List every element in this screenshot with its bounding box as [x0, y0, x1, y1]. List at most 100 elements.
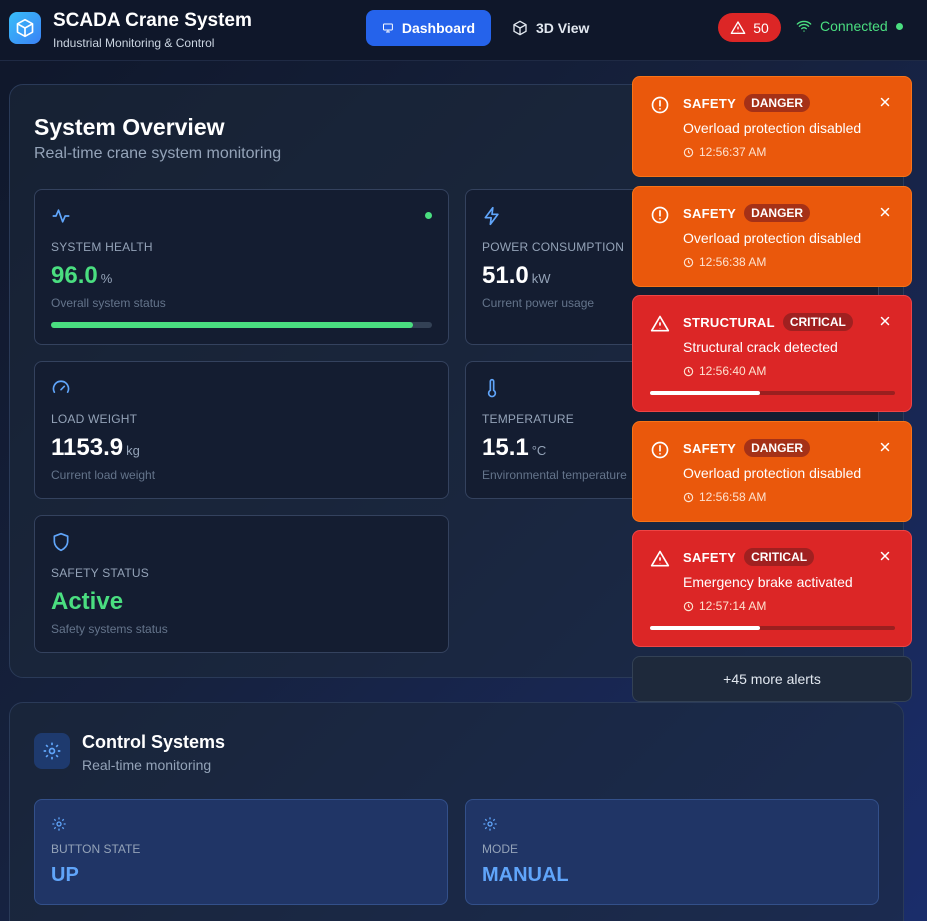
clock-icon: [683, 492, 694, 502]
health-status-dot: [425, 212, 432, 219]
power-desc: Current power usage: [482, 296, 595, 310]
app-title: SCADA Crane System: [53, 10, 252, 31]
load-label: LOAD WEIGHT: [51, 412, 138, 426]
cube-logo-icon: [9, 12, 41, 44]
alert-progress-fill: [650, 391, 761, 395]
wifi-icon: [796, 20, 812, 32]
temperature-label: TEMPERATURE: [482, 412, 574, 426]
cube-icon: [513, 20, 527, 36]
alert-severity-badge: DANGER: [744, 94, 811, 112]
mode-value: MANUAL: [482, 864, 569, 886]
more-alerts-button[interactable]: +45 more alerts: [632, 656, 912, 702]
nav-3d-view-label: 3D View: [536, 20, 590, 36]
alert-circle-icon: [651, 441, 669, 459]
button-state-label: BUTTON STATE: [51, 842, 141, 856]
safety-desc: Safety systems status: [51, 622, 168, 636]
warning-triangle-icon: [650, 315, 670, 332]
button-state-value: UP: [51, 864, 79, 886]
thermometer-icon: [487, 378, 497, 398]
power-label: POWER CONSUMPTION: [482, 240, 625, 254]
load-desc: Current load weight: [51, 468, 156, 482]
alert-progress-bar: [650, 391, 895, 395]
nav-3d-view-button[interactable]: 3D View: [496, 10, 606, 46]
close-icon[interactable]: [879, 96, 891, 108]
warning-triangle-icon: [650, 550, 670, 567]
overview-subtitle: Real-time crane system monitoring: [34, 145, 282, 162]
alert-time: 12:57:14 AM: [683, 599, 766, 613]
mode-label: MODE: [482, 842, 518, 856]
system-health-card: SYSTEM HEALTH 96.0% Overall system statu…: [34, 189, 449, 345]
alert-message: Structural crack detected: [683, 339, 838, 355]
safety-status-card: SAFETY STATUS Active Safety systems stat…: [34, 515, 449, 653]
alert-toast[interactable]: STRUCTURAL CRITICAL Structural crack det…: [632, 295, 912, 412]
alert-time: 12:56:40 AM: [683, 364, 766, 378]
alert-severity-badge: CRITICAL: [782, 313, 853, 331]
shield-icon: [53, 532, 69, 552]
app-header: SCADA Crane System Industrial Monitoring…: [0, 0, 927, 61]
gauge-icon: [52, 380, 70, 393]
button-state-card: BUTTON STATE UP: [34, 799, 448, 905]
alert-message: Emergency brake activated: [683, 574, 853, 590]
alert-category: SAFETY: [683, 95, 737, 111]
alert-severity-badge: DANGER: [744, 439, 811, 457]
alert-message: Overload protection disabled: [683, 465, 862, 481]
lightning-icon: [484, 206, 499, 226]
alert-circle-icon: [651, 96, 669, 114]
alert-circle-icon: [651, 206, 669, 224]
temperature-desc: Environmental temperature: [482, 468, 627, 482]
connection-status: Connected: [796, 18, 903, 34]
health-progress-bar: [51, 322, 432, 328]
temperature-value: 15.1 °C: [482, 434, 547, 461]
close-icon[interactable]: [879, 206, 891, 218]
health-desc: Overall system status: [51, 296, 166, 310]
safety-value: Active: [51, 588, 124, 615]
alert-time: 12:56:58 AM: [683, 490, 766, 504]
clock-icon: [683, 601, 694, 611]
load-weight-card: LOAD WEIGHT 1153.9 kg Current load weight: [34, 361, 449, 499]
connection-dot: [895, 22, 903, 30]
app-subtitle: Industrial Monitoring & Control: [53, 36, 215, 50]
alert-category: SAFETY: [683, 549, 737, 565]
alert-message: Overload protection disabled: [683, 120, 862, 136]
warning-triangle-icon: [730, 20, 746, 34]
gear-icon: [52, 817, 66, 831]
mode-card: MODE MANUAL: [465, 799, 879, 905]
close-icon[interactable]: [879, 550, 891, 562]
alert-progress-fill: [650, 626, 761, 630]
alert-category: STRUCTURAL: [683, 314, 775, 330]
clock-icon: [683, 147, 694, 157]
alert-toast[interactable]: SAFETY CRITICAL Emergency brake activate…: [632, 530, 912, 647]
alert-message: Overload protection disabled: [683, 230, 862, 246]
alert-category: SAFETY: [683, 205, 737, 221]
close-icon[interactable]: [879, 441, 891, 453]
overview-title: System Overview: [34, 114, 225, 140]
safety-label: SAFETY STATUS: [51, 566, 149, 580]
alert-time: 12:56:37 AM: [683, 145, 766, 159]
alert-toast[interactable]: SAFETY DANGER Overload protection disabl…: [632, 76, 912, 177]
gear-icon: [483, 817, 497, 831]
health-label: SYSTEM HEALTH: [51, 240, 153, 254]
nav-dashboard-button[interactable]: Dashboard: [366, 10, 491, 46]
alert-toast[interactable]: SAFETY DANGER Overload protection disabl…: [632, 186, 912, 287]
control-gear-icon: [34, 733, 70, 769]
activity-icon: [52, 209, 70, 223]
power-value: 51.0 kW: [482, 262, 551, 289]
alert-severity-badge: CRITICAL: [744, 548, 815, 566]
close-icon[interactable]: [879, 315, 891, 327]
alert-time: 12:56:38 AM: [683, 255, 766, 269]
alert-progress-bar: [650, 626, 895, 630]
alert-count: 50: [753, 19, 769, 36]
nav-dashboard-label: Dashboard: [401, 20, 475, 36]
monitor-icon: [382, 23, 393, 33]
alert-toast[interactable]: SAFETY DANGER Overload protection disabl…: [632, 421, 912, 522]
alert-count-badge[interactable]: 50: [718, 13, 781, 42]
alert-severity-badge: DANGER: [744, 204, 811, 222]
connection-label: Connected: [820, 18, 888, 34]
clock-icon: [683, 366, 694, 376]
control-title: Control Systems: [82, 732, 226, 752]
health-value: 96.0%: [51, 262, 113, 289]
load-value: 1153.9 kg: [51, 434, 140, 461]
control-subtitle: Real-time monitoring: [82, 757, 212, 773]
health-progress-fill: [51, 322, 413, 328]
alert-category: SAFETY: [683, 440, 737, 456]
